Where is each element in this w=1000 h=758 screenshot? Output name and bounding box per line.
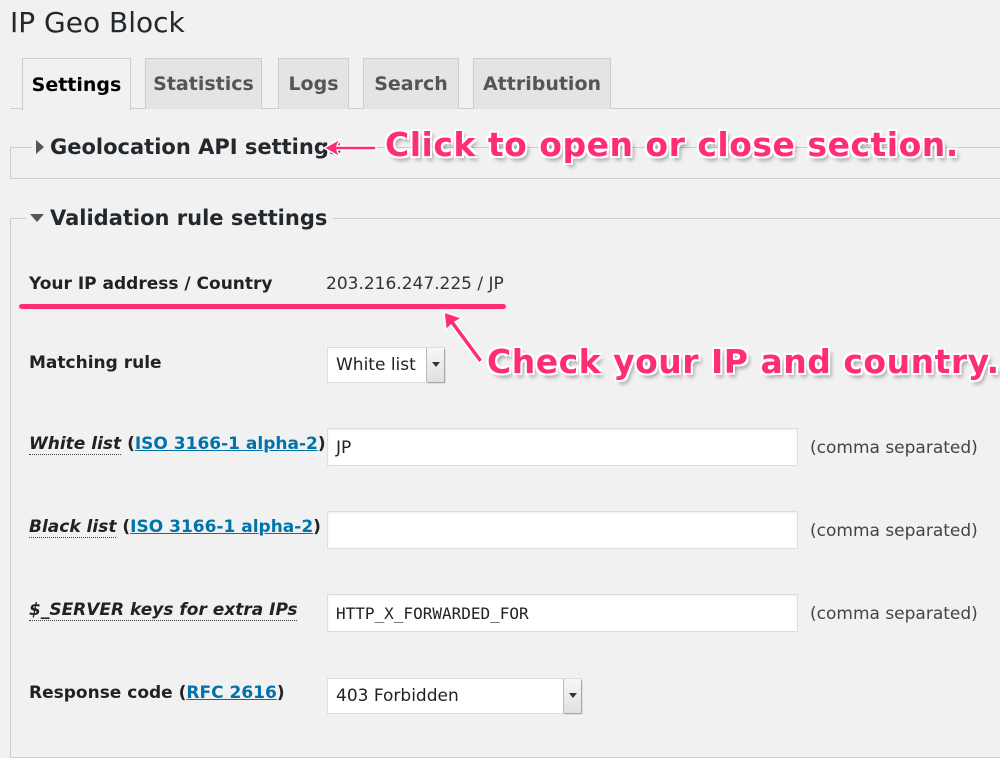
tab-attribution[interactable]: Attribution xyxy=(473,58,611,109)
caret-right-icon xyxy=(36,140,44,154)
tab-logs[interactable]: Logs xyxy=(278,58,349,109)
iso-link[interactable]: ISO 3166-1 alpha-2 xyxy=(130,517,313,537)
highlight-underline xyxy=(19,304,506,309)
page-title: IP Geo Block xyxy=(10,6,185,39)
label-text: White list xyxy=(29,434,122,455)
server-keys-label: $_SERVER keys for extra IPs xyxy=(29,600,298,621)
label-text: Response code xyxy=(29,683,173,703)
arrow-left-icon xyxy=(322,137,377,159)
response-code-label: Response code (RFC 2616) xyxy=(29,683,285,703)
paren: ) xyxy=(313,517,321,537)
tab-settings[interactable]: Settings xyxy=(22,58,131,110)
server-keys-input[interactable]: HTTP_X_FORWARDED_FOR xyxy=(327,594,798,632)
select-value: White list xyxy=(336,355,416,375)
tab-search[interactable]: Search xyxy=(363,58,459,109)
dropdown-arrow-icon xyxy=(563,679,581,713)
paren: ( xyxy=(172,683,187,703)
white-list-label: White list (ISO 3166-1 alpha-2) xyxy=(29,434,326,455)
label-text: $_SERVER keys for extra IPs xyxy=(29,600,298,621)
paren: ) xyxy=(317,434,326,454)
server-keys-note: (comma separated) xyxy=(810,604,978,624)
matching-rule-select[interactable]: White list xyxy=(327,347,445,383)
paren: ( xyxy=(121,434,135,454)
white-list-input[interactable]: JP xyxy=(327,428,798,466)
rfc-link[interactable]: RFC 2616 xyxy=(186,683,276,703)
ip-label: Your IP address / Country xyxy=(29,274,273,294)
black-list-label: Black list (ISO 3166-1 alpha-2) xyxy=(29,517,321,538)
geolocation-section-toggle[interactable]: Geolocation API settings xyxy=(32,133,348,161)
caret-down-icon xyxy=(30,214,44,222)
section-title: Geolocation API settings xyxy=(50,135,342,159)
annotation-section-tip: Click to open or close section. xyxy=(385,125,959,164)
black-list-input[interactable] xyxy=(327,511,798,549)
section-title: Validation rule settings xyxy=(50,206,328,230)
arrow-up-icon xyxy=(443,310,485,365)
annotation-ip-tip: Check your IP and country. xyxy=(487,342,1000,381)
paren: ( xyxy=(116,517,131,537)
paren: ) xyxy=(276,683,285,703)
ip-value: 203.216.247.225 / JP xyxy=(326,274,504,294)
tab-statistics[interactable]: Statistics xyxy=(145,58,262,109)
select-value: 403 Forbidden xyxy=(336,686,459,706)
response-code-select[interactable]: 403 Forbidden xyxy=(327,678,582,714)
validation-section-toggle[interactable]: Validation rule settings xyxy=(26,204,334,232)
black-list-note: (comma separated) xyxy=(810,521,978,541)
matching-rule-label: Matching rule xyxy=(29,353,162,373)
white-list-note: (comma separated) xyxy=(810,438,978,458)
label-text: Black list xyxy=(29,517,117,538)
iso-link[interactable]: ISO 3166-1 alpha-2 xyxy=(135,434,318,454)
validation-section xyxy=(10,218,1000,758)
